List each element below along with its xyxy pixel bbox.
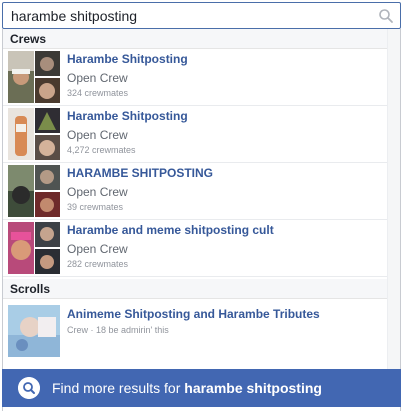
crew-type-3: Open Crew	[67, 185, 128, 199]
crew-result-3[interactable]: HARAMBE SHITPOSTING Open Crew 39 crewmat…	[3, 163, 387, 220]
crew-name-2[interactable]: Harambe Shitposting	[67, 109, 188, 123]
crew-name-3[interactable]: HARAMBE SHITPOSTING	[67, 166, 213, 180]
find-more-prefix: Find more results for	[52, 380, 181, 396]
crew-result-4[interactable]: Harambe and meme shitposting cult Open C…	[3, 220, 387, 277]
crew-name-4[interactable]: Harambe and meme shitposting cult	[67, 223, 274, 237]
search-input[interactable]	[4, 4, 374, 27]
crew-thumbnail-4	[8, 222, 60, 274]
scroll-thumbnail-1	[8, 305, 60, 357]
crew-thumbnail-2	[8, 108, 60, 160]
crew-members-4: 282 crewmates	[67, 259, 129, 269]
find-more-results-text: Find more results for harambe shitpostin…	[52, 380, 322, 396]
crew-type-2: Open Crew	[67, 128, 128, 142]
crew-thumbnail-3	[8, 165, 60, 217]
crew-members-3: 39 crewmates	[67, 202, 124, 212]
find-more-query: harambe shitposting	[184, 380, 322, 396]
search-results-dropdown: Crews Harambe Shitposting Open Crew 324 …	[2, 29, 401, 411]
crew-members-1: 324 crewmates	[67, 88, 129, 98]
crew-name-1[interactable]: Harambe Shitposting	[67, 52, 188, 66]
crew-result-1[interactable]: Harambe Shitposting Open Crew 324 crewma…	[3, 49, 387, 106]
scroll-result-1[interactable]: Animeme Shitposting and Harambe Tributes…	[3, 303, 387, 363]
crew-members-2: 4,272 crewmates	[67, 145, 136, 155]
search-bar[interactable]	[2, 2, 401, 29]
section-header-crews: Crews	[3, 29, 387, 49]
find-more-results-button[interactable]: Find more results for harambe shitpostin…	[2, 369, 401, 407]
crew-type-1: Open Crew	[67, 71, 128, 85]
crew-result-2[interactable]: Harambe Shitposting Open Crew 4,272 crew…	[3, 106, 387, 163]
scrollbar[interactable]	[387, 29, 400, 369]
crew-type-4: Open Crew	[67, 242, 128, 256]
section-header-scrolls: Scrolls	[3, 279, 387, 299]
magnifier-icon	[18, 377, 40, 399]
scroll-title-1[interactable]: Animeme Shitposting and Harambe Tributes	[67, 307, 320, 321]
scroll-meta-1: Crew · 18 be admirin' this	[67, 325, 169, 335]
search-icon[interactable]	[378, 8, 394, 24]
crew-thumbnail-1	[8, 51, 60, 103]
